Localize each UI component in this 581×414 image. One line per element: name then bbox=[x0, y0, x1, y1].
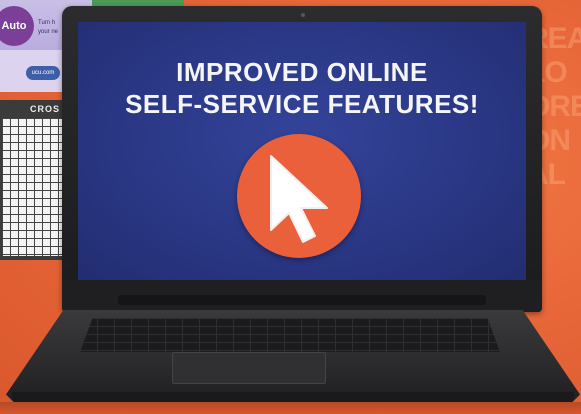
headline-line-2: SELF-SERVICE FEATURES! bbox=[125, 89, 479, 119]
crossword-label: CROS bbox=[30, 104, 61, 114]
headline-line-1: IMPROVED ONLINE bbox=[176, 57, 428, 87]
laptop-screen: IMPROVED ONLINE SELF-SERVICE FEATURES! bbox=[78, 22, 526, 280]
screen-headline: IMPROVED ONLINE SELF-SERVICE FEATURES! bbox=[78, 56, 526, 120]
mailer-url-pill: ucu.com bbox=[26, 66, 60, 80]
mouse-pointer-icon bbox=[270, 155, 328, 243]
laptop-hinge bbox=[118, 295, 486, 305]
mailer-text-line: your ne bbox=[38, 29, 59, 35]
keyboard bbox=[80, 318, 500, 352]
webcam bbox=[301, 13, 305, 17]
floor-shadow bbox=[0, 402, 581, 414]
cursor-button[interactable] bbox=[237, 134, 361, 258]
touchpad bbox=[172, 352, 326, 384]
crossword-grid bbox=[2, 118, 64, 256]
mailer-text-line: Turn h bbox=[38, 20, 56, 26]
